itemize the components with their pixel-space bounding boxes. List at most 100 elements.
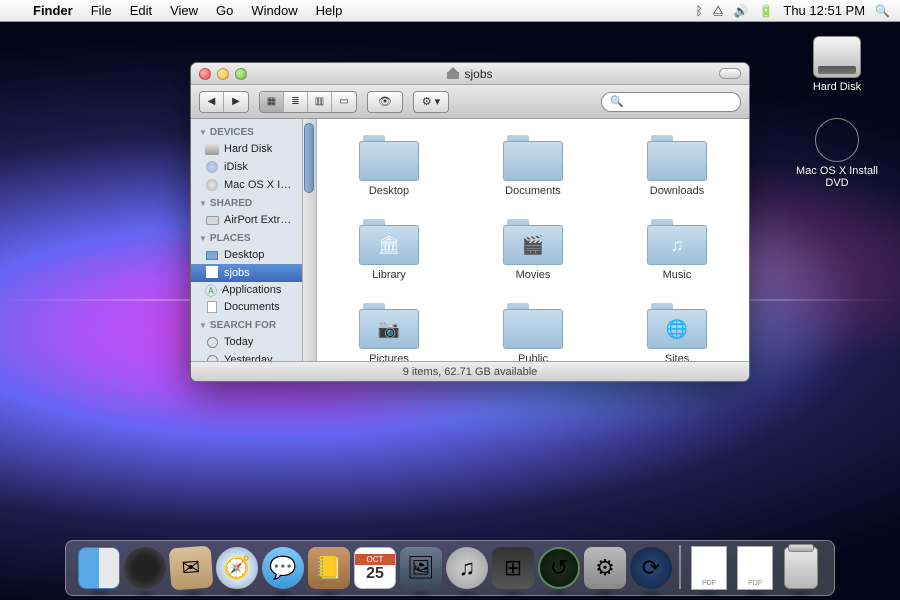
dvd-icon bbox=[815, 118, 859, 162]
dock-address-book[interactable]: 📒 bbox=[308, 547, 350, 589]
status-bar: 9 items, 62.71 GB available bbox=[191, 361, 749, 381]
dock-itunes[interactable]: ♫ bbox=[446, 547, 488, 589]
action-button[interactable]: ⚙ ▾ bbox=[413, 91, 449, 113]
forward-button[interactable]: ▶ bbox=[224, 92, 248, 112]
sidebar-section-places[interactable]: ▼PLACES bbox=[191, 229, 302, 246]
menubar-clock[interactable]: Thu 12:51 PM bbox=[783, 0, 865, 22]
folder-sites[interactable]: 🌐Sites bbox=[627, 301, 727, 361]
sidebar-section-shared[interactable]: ▼SHARED bbox=[191, 194, 302, 211]
folder-documents[interactable]: Documents bbox=[483, 133, 583, 197]
folder-label: Documents bbox=[505, 185, 561, 197]
sidebar-item-desktop[interactable]: Desktop bbox=[191, 246, 302, 264]
dock-document-1[interactable] bbox=[688, 547, 730, 589]
folder-music[interactable]: ♫ Music bbox=[627, 217, 727, 281]
folder-pictures[interactable]: 📷 Pictures bbox=[339, 301, 439, 361]
finder-sidebar: ▼DEVICES Hard Disk iDisk Mac OS X I… ▼SH… bbox=[191, 119, 317, 361]
volume-icon[interactable]: 🔊 bbox=[733, 4, 748, 18]
sidebar-item-idisk[interactable]: iDisk bbox=[191, 158, 302, 176]
spotlight-icon[interactable]: 🔍 bbox=[875, 4, 890, 18]
sidebar-item-today[interactable]: Today bbox=[191, 333, 302, 351]
folder-movies[interactable]: 🎬 Movies bbox=[483, 217, 583, 281]
folder-label: Desktop bbox=[369, 185, 409, 197]
folder-label: Pictures bbox=[369, 353, 409, 361]
folder-icon: 🏛 bbox=[359, 217, 419, 265]
dock-time-machine[interactable]: ↺ bbox=[538, 547, 580, 589]
battery-icon[interactable]: 🔋 bbox=[758, 4, 773, 18]
dock-system-preferences[interactable]: ⚙ bbox=[584, 547, 626, 589]
folder-desktop[interactable]: Desktop bbox=[339, 133, 439, 197]
folder-icon: 🎬 bbox=[503, 217, 563, 265]
folder-label: Downloads bbox=[650, 185, 704, 197]
minimize-button[interactable] bbox=[217, 68, 229, 80]
menu-help[interactable]: Help bbox=[307, 0, 352, 22]
sidebar-scrollbar[interactable] bbox=[302, 119, 316, 361]
finder-content[interactable]: Desktop Documents Downloads 🏛 Library 🎬 Movies… bbox=[317, 119, 749, 361]
wifi-icon[interactable]: ⧋ bbox=[713, 3, 724, 18]
desktop-icon-label: Hard Disk bbox=[813, 81, 861, 93]
scrollbar-thumb[interactable] bbox=[304, 123, 314, 193]
sidebar-item-airport[interactable]: AirPort Extreme bbox=[191, 211, 302, 229]
dock-ical[interactable]: OCT25 bbox=[354, 547, 396, 589]
sidebar-item-applications[interactable]: ⒶApplications bbox=[191, 282, 302, 298]
toolbar-toggle-button[interactable] bbox=[719, 68, 741, 79]
finder-toolbar: ◀ ▶ ▦ ≣ ▥ ▭ 👁 ⚙ ▾ 🔍 bbox=[191, 85, 749, 119]
folder-downloads[interactable]: Downloads bbox=[627, 133, 727, 197]
dock-sync[interactable]: ⟳ bbox=[630, 547, 672, 589]
list-view-button[interactable]: ≣ bbox=[284, 92, 308, 112]
quick-look-button[interactable]: 👁 bbox=[367, 91, 403, 113]
close-button[interactable] bbox=[199, 68, 211, 80]
dock-trash[interactable] bbox=[780, 547, 822, 589]
folder-icon: ♫ bbox=[647, 217, 707, 265]
window-titlebar[interactable]: sjobs bbox=[191, 63, 749, 85]
dock-mail[interactable]: ✉ bbox=[169, 546, 214, 591]
sidebar-item-documents[interactable]: Documents bbox=[191, 298, 302, 316]
column-view-button[interactable]: ▥ bbox=[308, 92, 332, 112]
sidebar-item-install-dvd[interactable]: Mac OS X I… bbox=[191, 176, 302, 194]
menu-file[interactable]: File bbox=[82, 0, 121, 22]
folder-public[interactable]: Public bbox=[483, 301, 583, 361]
dock-preview[interactable]: 🖼 bbox=[400, 547, 442, 589]
sidebar-item-yesterday[interactable]: Yesterday bbox=[191, 351, 302, 361]
dock-document-2[interactable] bbox=[734, 547, 776, 589]
folder-icon bbox=[503, 301, 563, 349]
sidebar-item-hard-disk[interactable]: Hard Disk bbox=[191, 140, 302, 158]
desktop-install-dvd[interactable]: Mac OS X Install DVD bbox=[792, 118, 882, 189]
dock-safari[interactable]: 🧭 bbox=[216, 547, 258, 589]
folder-label: Music bbox=[663, 269, 692, 281]
search-input[interactable] bbox=[624, 96, 747, 108]
desktop-icon-label: Mac OS X Install DVD bbox=[792, 165, 882, 189]
desktop-hard-disk[interactable]: Hard Disk bbox=[792, 36, 882, 93]
dock-spaces[interactable]: ⊞ bbox=[492, 547, 534, 589]
folder-label: Movies bbox=[516, 269, 551, 281]
search-field[interactable]: 🔍 bbox=[601, 92, 741, 112]
home-icon bbox=[447, 69, 459, 79]
icon-view-button[interactable]: ▦ bbox=[260, 92, 284, 112]
folder-label: Library bbox=[372, 269, 406, 281]
sidebar-item-home[interactable]: sjobs bbox=[191, 264, 302, 282]
zoom-button[interactable] bbox=[235, 68, 247, 80]
dock-dashboard[interactable] bbox=[124, 547, 166, 589]
menubar: Finder File Edit View Go Window Help ᛒ ⧋… bbox=[0, 0, 900, 22]
trash-icon bbox=[784, 547, 818, 589]
sidebar-section-search[interactable]: ▼SEARCH FOR bbox=[191, 316, 302, 333]
folder-icon bbox=[503, 133, 563, 181]
hard-disk-icon bbox=[813, 36, 861, 78]
dock: ✉ 🧭 💬 📒 OCT25 🖼 ♫ ⊞ ↺ ⚙ ⟳ bbox=[65, 540, 835, 596]
folder-icon: 📷 bbox=[359, 301, 419, 349]
sidebar-section-devices[interactable]: ▼DEVICES bbox=[191, 123, 302, 140]
back-button[interactable]: ◀ bbox=[200, 92, 224, 112]
coverflow-view-button[interactable]: ▭ bbox=[332, 92, 356, 112]
view-switcher: ▦ ≣ ▥ ▭ bbox=[259, 91, 357, 113]
folder-icon bbox=[359, 133, 419, 181]
menu-edit[interactable]: Edit bbox=[121, 0, 161, 22]
menu-go[interactable]: Go bbox=[207, 0, 242, 22]
finder-window: sjobs ◀ ▶ ▦ ≣ ▥ ▭ 👁 ⚙ ▾ 🔍 ▼DEVICES Hard … bbox=[190, 62, 750, 382]
bluetooth-icon[interactable]: ᛒ bbox=[696, 4, 703, 18]
app-menu[interactable]: Finder bbox=[24, 0, 82, 22]
search-icon: 🔍 bbox=[610, 95, 624, 108]
folder-library[interactable]: 🏛 Library bbox=[339, 217, 439, 281]
menu-view[interactable]: View bbox=[161, 0, 207, 22]
dock-ichat[interactable]: 💬 bbox=[262, 547, 304, 589]
dock-finder[interactable] bbox=[78, 547, 120, 589]
menu-window[interactable]: Window bbox=[242, 0, 306, 22]
